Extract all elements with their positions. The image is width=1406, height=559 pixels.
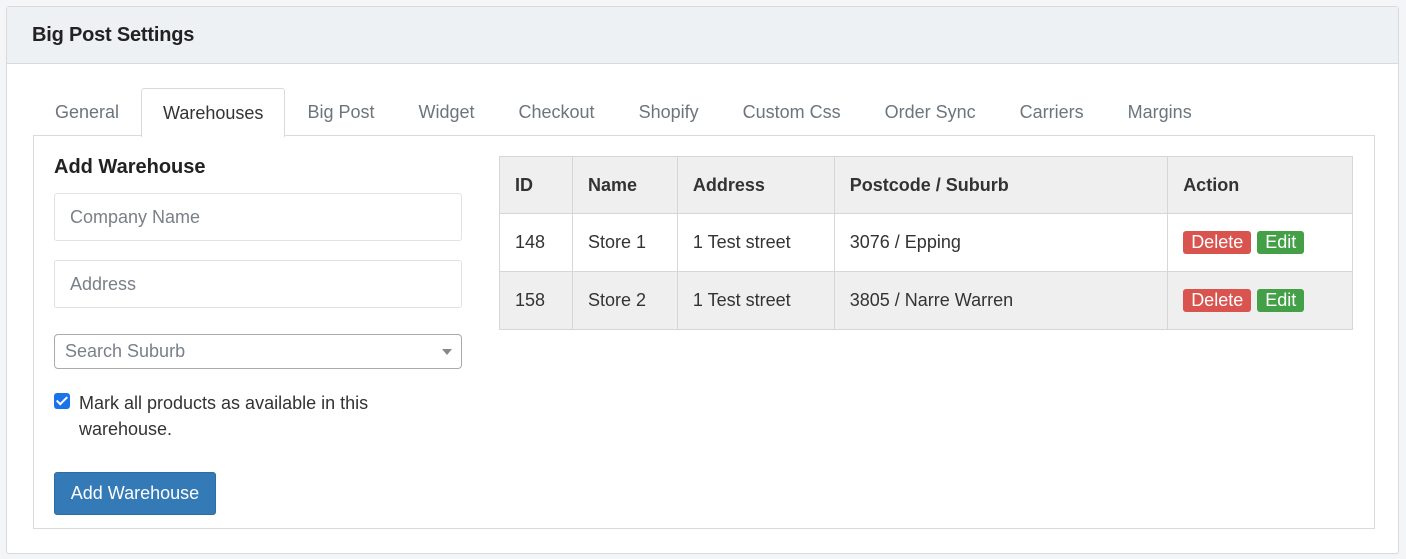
company-name-input[interactable] [54, 193, 462, 241]
column-header-address: Address [676, 156, 835, 214]
cell-postcode-suburb: 3805 / Narre Warren [833, 271, 1169, 330]
tab-margins[interactable]: Margins [1106, 88, 1214, 136]
warehouses-panel: Add Warehouse Search Suburb Mark all pro… [33, 135, 1375, 529]
cell-actions: Delete Edit [1167, 213, 1353, 272]
cell-address: 1 Test street [676, 213, 835, 272]
warehouses-table: ID Name Address Postcode / Suburb Action… [499, 156, 1353, 330]
suburb-select[interactable]: Search Suburb [54, 334, 462, 369]
edit-button[interactable]: Edit [1257, 231, 1305, 254]
tab-widget[interactable]: Widget [396, 88, 496, 136]
tab-checkout[interactable]: Checkout [497, 88, 617, 136]
address-input[interactable] [54, 260, 462, 308]
mark-all-products-label: Mark all products as available in this w… [79, 393, 369, 439]
mark-all-products-option: Mark all products as available in this w… [54, 390, 414, 442]
tab-custom-css[interactable]: Custom Css [721, 88, 863, 136]
cell-name: Store 1 [571, 213, 678, 272]
column-header-id: ID [499, 156, 573, 214]
column-header-postcode-suburb: Postcode / Suburb [833, 156, 1169, 214]
delete-button[interactable]: Delete [1183, 289, 1252, 312]
cell-id: 158 [499, 271, 573, 330]
column-header-name: Name [571, 156, 678, 214]
cell-postcode-suburb: 3076 / Epping [833, 213, 1169, 272]
cell-id: 148 [499, 213, 573, 272]
tab-general[interactable]: General [33, 88, 141, 136]
tab-order-sync[interactable]: Order Sync [863, 88, 998, 136]
delete-button[interactable]: Delete [1183, 231, 1252, 254]
column-header-action: Action [1167, 156, 1353, 214]
page-title: Big Post Settings [32, 23, 195, 46]
table-header-row: ID Name Address Postcode / Suburb Action [499, 156, 1353, 214]
cell-address: 1 Test street [676, 271, 835, 330]
table-row: 148 Store 1 1 Test street 3076 / Epping … [499, 213, 1353, 272]
cell-name: Store 2 [571, 271, 678, 330]
tab-shopify[interactable]: Shopify [617, 88, 721, 136]
tab-carriers[interactable]: Carriers [998, 88, 1106, 136]
settings-card: Big Post Settings General Warehouses Big… [6, 6, 1399, 554]
tab-warehouses[interactable]: Warehouses [141, 88, 286, 137]
tab-big-post[interactable]: Big Post [285, 88, 396, 136]
add-warehouse-button[interactable]: Add Warehouse [54, 472, 216, 515]
card-header: Big Post Settings [7, 7, 1398, 64]
mark-all-products-checkbox[interactable] [54, 393, 70, 409]
cell-actions: Delete Edit [1167, 271, 1353, 330]
edit-button[interactable]: Edit [1257, 289, 1305, 312]
tab-bar: General Warehouses Big Post Widget Check… [33, 88, 1214, 137]
dropdown-arrow-icon [442, 349, 452, 355]
suburb-select-placeholder: Search Suburb [65, 341, 186, 361]
add-warehouse-title: Add Warehouse [54, 156, 206, 178]
table-row: 158 Store 2 1 Test street 3805 / Narre W… [499, 271, 1353, 330]
